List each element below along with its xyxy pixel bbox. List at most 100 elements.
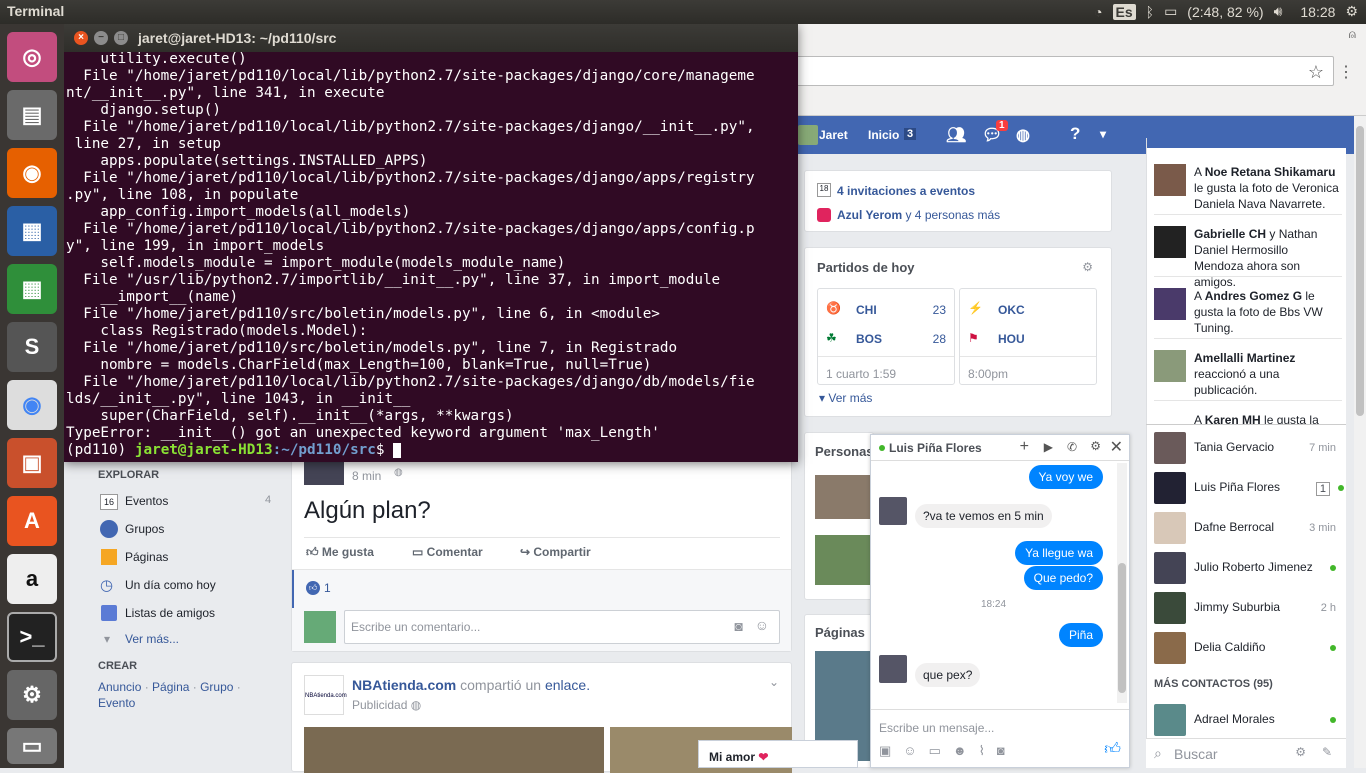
contact-luis-pina-flores[interactable]: Luis Piña Flores 1 [1154,470,1344,506]
game-card-chi-bos[interactable]: ♉ CHI 23 ☘ BOS 28 1 cuarto 1:59 [817,288,955,385]
person-photo-2[interactable] [815,535,871,585]
event-person-link[interactable]: Azul Yerom [837,208,902,222]
chat-options-gear-icon[interactable]: ⚙ [1295,745,1306,759]
nav-item-paginas[interactable]: Páginas [125,550,168,564]
comment-button[interactable]: Comentar [427,545,483,559]
ticker-story-4[interactable]: Amellalli Martinez reaccionó a una publi… [1194,350,1340,398]
games-see-more-link[interactable]: Ver más [828,391,872,405]
ticker-avatar-3[interactable] [1154,288,1186,320]
ticker-avatar-2[interactable] [1154,226,1186,258]
nbatienda-logo[interactable]: NBAtienda.com [304,675,347,715]
close-chat-icon[interactable]: ✕ [1110,437,1123,457]
clock[interactable]: 18:28 [1300,4,1335,20]
ad-image-1[interactable] [304,727,604,773]
create-page-link[interactable]: Página [152,680,189,694]
likes-count[interactable]: 1 [324,581,331,595]
page-scrollbar[interactable] [1354,116,1366,768]
home-link[interactable]: Inicio [868,128,899,142]
system-settings-icon[interactable]: ⚙ [7,670,57,720]
ticker-story-2[interactable]: Gabrielle CH y Nathan Daniel Hermosillo … [1194,226,1340,290]
contact-jimmy-suburbia[interactable]: Jimmy Suburbia 2 h [1154,590,1344,626]
create-event-link[interactable]: Evento [98,696,135,710]
chat-contact-name[interactable]: Luis Piña Flores [889,441,982,455]
contact-julio-roberto-jimenez[interactable]: Julio Roberto Jimenez [1154,550,1344,586]
maximize-window-icon[interactable]: □ [114,31,128,45]
notifications-globe-icon[interactable]: ◍ [1016,125,1030,145]
sticker-icon[interactable]: ☺ [755,617,769,633]
battery-status[interactable]: (2:48, 82 %) [1187,4,1263,20]
like-button[interactable]: Me gusta [322,545,374,559]
help-icon[interactable]: ? [1070,124,1080,144]
terminal-output[interactable]: utility.execute() File "/home/jaret/pd11… [64,51,798,459]
writer-icon[interactable]: ▦ [7,206,57,256]
shared-link[interactable]: enlace. [545,677,590,693]
sticker-icon[interactable]: ☺ [903,743,928,758]
minimize-window-icon[interactable]: − [94,31,108,45]
firefox-icon[interactable]: ◉ [7,148,57,198]
advertiser-name[interactable]: NBAtienda.com [352,677,456,693]
volume-icon[interactable]: 🔊︎ [1274,3,1283,20]
phone-call-icon[interactable]: ✆ [1067,440,1077,454]
post-author-avatar[interactable] [304,459,344,485]
chat-settings-gear-icon[interactable]: ⚙ [1090,439,1101,453]
close-window-icon[interactable]: × [74,31,88,45]
ticker-avatar-4[interactable] [1154,350,1186,382]
event-others[interactable]: y 4 personas más [902,208,1000,222]
terminal-window[interactable]: × − □ jaret@jaret-HD13: ~/pd110/src util… [64,24,798,462]
user-avatar[interactable] [798,125,818,145]
account-menu-chevron-icon[interactable]: ▾ [1100,127,1106,141]
message-input[interactable]: Escribe un mensaje... [879,721,994,735]
sublime-text-icon[interactable]: S [7,322,57,372]
chrome-icon[interactable]: ◉ [7,380,57,430]
contact-tania-gervacio[interactable]: Tania Gervacio 7 min [1154,430,1344,466]
games-settings-gear-icon[interactable]: ⚙ [1082,260,1093,274]
new-message-icon[interactable]: ✎ [1322,745,1332,759]
ticker-story-3[interactable]: A Andres Gomez G le gusta la foto de Bbs… [1194,288,1340,336]
nav-item-un-dia-como-hoy[interactable]: Un día como hoy [125,578,216,592]
game-card-okc-hou[interactable]: ⚡ OKC ⚑ HOU 8:00pm [959,288,1097,385]
photo-icon[interactable]: ▣ [879,743,903,758]
comment-input[interactable]: Escribe un comentario... [351,620,480,634]
post-timestamp[interactable]: 8 min [352,469,381,483]
share-button[interactable]: Compartir [533,545,590,559]
impress-icon[interactable]: ▣ [7,438,57,488]
chat-tab-mi-amor[interactable]: Mi amor ❤ [698,740,858,768]
ticker-story-5[interactable]: A Karen MH le gusta la foto [1194,412,1340,424]
create-group-link[interactable]: Grupo [200,680,233,694]
gif-icon[interactable]: ▭ [929,743,953,758]
emoji-icon[interactable]: ☻ [953,743,979,758]
nav-see-more-link[interactable]: Ver más... [125,632,179,646]
files-icon[interactable]: ▤ [7,90,57,140]
post-options-chevron-icon[interactable]: ⌄ [769,675,779,689]
bookmark-star-icon[interactable]: ☆ [1308,62,1324,83]
wifi-icon[interactable]: ◔ [1094,4,1102,20]
send-like-icon[interactable]: 👍︎ [1104,740,1121,759]
contact-adrael-morales[interactable]: Adrael Morales [1154,702,1344,738]
add-people-icon[interactable]: + [1020,438,1029,456]
camera-icon[interactable]: ◙ [735,618,743,634]
calc-icon[interactable]: ▦ [7,264,57,314]
amazon-icon[interactable]: a [7,554,57,604]
video-call-icon[interactable]: ▶ [1044,440,1053,454]
keyboard-layout-indicator[interactable]: Es [1112,3,1136,20]
person-photo-1[interactable] [815,475,871,519]
event-invites-link[interactable]: 4 invitaciones a eventos [837,184,975,198]
user-name-link[interactable]: Jaret [819,128,848,142]
create-ad-link[interactable]: Anuncio [98,680,141,694]
removable-drive-icon[interactable]: ▭ [7,728,57,764]
attach-icon[interactable]: ⌇ [979,743,997,758]
camera-icon[interactable]: ◙ [997,743,1017,758]
terminal-icon[interactable]: >_ [7,612,57,662]
nav-item-eventos[interactable]: Eventos [125,494,168,508]
profile-icon[interactable]: ⍝ [1349,27,1356,42]
ticker-story-1[interactable]: A Noe Retana Shikamaru le gusta la foto … [1194,164,1340,212]
software-center-icon[interactable]: A [7,496,57,546]
chat-search-input[interactable]: Buscar [1174,746,1218,762]
contact-delia-caldino[interactable]: Delia Caldiño [1154,630,1344,666]
ubuntu-dash-icon[interactable]: ◎ [7,32,57,82]
bluetooth-icon[interactable]: ᛒ [1146,4,1154,20]
browser-menu-icon[interactable]: ⋮ [1338,62,1354,82]
nav-item-grupos[interactable]: Grupos [125,522,164,536]
contact-dafne-berrocal[interactable]: Dafne Berrocal 3 min [1154,510,1344,546]
nav-item-listas-de-amigos[interactable]: Listas de amigos [125,606,215,620]
